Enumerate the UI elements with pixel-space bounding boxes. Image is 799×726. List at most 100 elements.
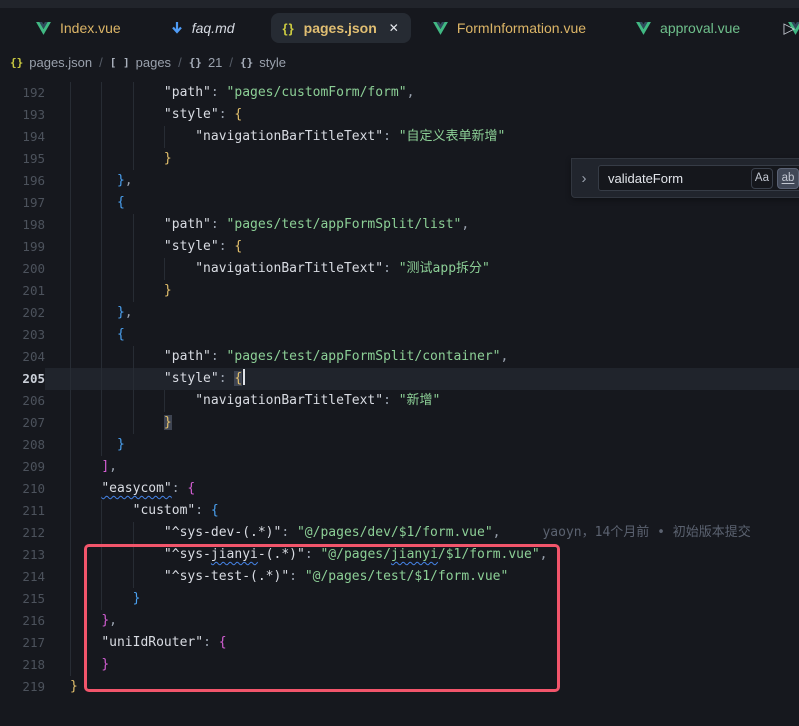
code-line-204[interactable]: 204 "path": "pages/test/appFormSplit/con… [0,346,799,368]
find-expand-chevron-icon[interactable]: › [578,170,590,187]
code-line-219[interactable]: 219} [0,676,799,698]
code-content: "^sys-jianyi-(.*)": "@/pages/jianyi/$1/f… [45,544,799,566]
breadcrumb-label: style [259,55,286,70]
code-line-214[interactable]: 214 "^sys-test-(.*)": "@/pages/test/$1/f… [0,566,799,588]
code-line-203[interactable]: 203 { [0,324,799,346]
code-token: } [133,591,141,606]
line-number: 218 [0,654,45,676]
breadcrumb-item-pages-json[interactable]: {}pages.json [10,55,92,70]
line-number: 201 [0,280,45,302]
code-content: "easycom": { [45,478,799,500]
indent-guide [133,566,134,588]
code-token: "easycom" [101,481,171,496]
code-token: } [164,415,172,430]
line-number: 214 [0,566,45,588]
code-token: { [117,195,125,210]
code-content: }, [45,302,799,324]
code-content: "uniIdRouter": { [45,632,799,654]
code-line-216[interactable]: 216 }, [0,610,799,632]
code-token: } [117,173,125,188]
match-case-button[interactable]: Aa [751,168,773,189]
code-content: "path": "pages/customForm/form", [45,82,799,104]
line-number: 202 [0,302,45,324]
code-line-212[interactable]: 212 "^sys-dev-(.*)": "@/pages/dev/$1/for… [0,522,799,544]
code-line-218[interactable]: 218 } [0,654,799,676]
code-token: "pages/test/appFormSplit/container" [227,349,501,364]
code-line-205[interactable]: 205 "style": { [0,368,799,390]
code-line-206[interactable]: 206 "navigationBarTitleText": "新增" [0,390,799,412]
tab-label: faq.md [192,20,235,36]
indent-guide [70,588,71,610]
code-content: "custom": { [45,500,799,522]
tab-approval-vue[interactable]: approval.vue [636,20,740,36]
symbol-icon: [ ] [110,56,130,69]
code-content: "path": "pages/test/appFormSplit/contain… [45,346,799,368]
code-line-193[interactable]: 193 "style": { [0,104,799,126]
indent-guide [101,192,102,214]
indent-guide [101,82,102,104]
indent-guide [133,522,134,544]
code-line-211[interactable]: 211 "custom": { [0,500,799,522]
indent-guide [70,456,71,478]
whole-word-button[interactable]: ab [777,168,799,189]
line-number: 205 [0,368,45,390]
find-input[interactable]: validateForm Aa ab .* [598,165,799,191]
indent-guide [164,390,165,412]
line-number: 207 [0,412,45,434]
code-token: : [219,107,235,122]
indent-guide [164,126,165,148]
indent-guide [133,346,134,368]
tab-label: pages.json [304,20,377,36]
code-line-192[interactable]: 192 "path": "pages/customForm/form", [0,82,799,104]
code-line-213[interactable]: 213 "^sys-jianyi-(.*)": "@/pages/jianyi/… [0,544,799,566]
indent-guide [70,522,71,544]
tab-overflow-icon[interactable]: ▷ [783,19,795,37]
code-line-217[interactable]: 217 "uniIdRouter": { [0,632,799,654]
code-line-207[interactable]: 207 } [0,412,799,434]
indent-guide [164,258,165,280]
indent-guide [101,170,102,192]
indent-guide [70,654,71,676]
symbol-icon: {} [189,56,202,69]
code-token: "style" [164,107,219,122]
code-token: "path" [164,217,211,232]
code-content: "style": { [45,368,799,390]
code-token: { [211,503,219,518]
close-icon[interactable]: ✕ [389,21,399,35]
code-token: : [289,569,305,584]
code-line-208[interactable]: 208 } [0,434,799,456]
indent-guide [133,412,134,434]
breadcrumb-item-pages[interactable]: [ ]pages [110,55,171,70]
code-line-202[interactable]: 202 }, [0,302,799,324]
tab-forminformation-vue[interactable]: FormInformation.vue [433,20,586,36]
code-line-200[interactable]: 200 "navigationBarTitleText": "测试app拆分" [0,258,799,280]
indent-guide [101,324,102,346]
code-content: "path": "pages/test/appFormSplit/list", [45,214,799,236]
code-line-194[interactable]: 194 "navigationBarTitleText": "自定义表单新增" [0,126,799,148]
line-number: 208 [0,434,45,456]
indent-guide [70,566,71,588]
breadcrumb-item-21[interactable]: {}21 [189,55,223,70]
code-line-210[interactable]: 210 "easycom": { [0,478,799,500]
code-line-199[interactable]: 199 "style": { [0,236,799,258]
code-token: { [234,371,242,386]
code-line-198[interactable]: 198 "path": "pages/test/appFormSplit/lis… [0,214,799,236]
indent-guide [70,412,71,434]
code-content: } [45,588,799,610]
tab-faq-md[interactable]: faq.md [171,20,235,36]
code-token: : [172,481,188,496]
indent-guide [70,170,71,192]
code-token: jianyi [391,547,438,562]
tab-index-vue[interactable]: Index.vue [36,20,121,36]
code-line-201[interactable]: 201 } [0,280,799,302]
code-line-209[interactable]: 209 ], [0,456,799,478]
indent-guide [101,368,102,390]
breadcrumb-item-style[interactable]: {}style [240,55,286,70]
code-token: { [187,481,195,496]
breadcrumb-separator: / [99,55,103,70]
code-token: } [117,305,125,320]
code-line-215[interactable]: 215 } [0,588,799,610]
indent-guide [70,258,71,280]
code-token: , [125,173,133,188]
tab-pages-json[interactable]: {}pages.json✕ [271,13,411,43]
